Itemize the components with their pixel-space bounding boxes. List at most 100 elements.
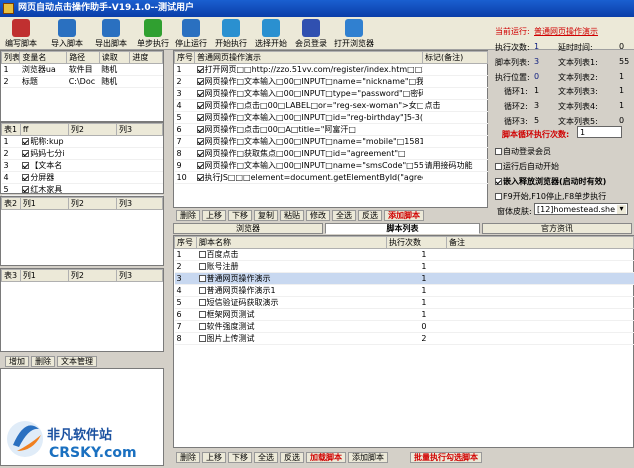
column-header[interactable]: 序号 — [174, 51, 195, 64]
column-header[interactable]: 列1 — [19, 197, 69, 210]
row-checkbox[interactable] — [196, 138, 204, 145]
column-header[interactable]: 表3 — [1, 269, 21, 282]
left-button-0[interactable]: 增加 — [5, 356, 29, 367]
row-checkbox[interactable] — [198, 335, 206, 342]
toolbar-button-1[interactable]: 导入脚本 — [46, 18, 88, 49]
table-row[interactable]: 8 图片上传测试 2 — [174, 332, 634, 345]
row-checkbox[interactable] — [198, 323, 206, 330]
table-row[interactable]: 5 网页操作□文本输入□00□INPUT□id="reg-birthday"]5-… — [174, 111, 488, 124]
option-3[interactable]: F9开始,F10停止,F8单步执行 — [495, 191, 606, 202]
tab-0[interactable]: 浏览器 — [173, 223, 323, 234]
left-button-1[interactable]: 删除 — [31, 356, 55, 367]
row-checkbox[interactable] — [196, 114, 204, 121]
column-header[interactable]: 列表 — [0, 51, 21, 64]
column-header[interactable]: 列2 — [67, 269, 117, 282]
table-row[interactable]: 2 账号注册 1 — [174, 260, 634, 273]
row-checkbox[interactable] — [198, 299, 206, 306]
column-header[interactable]: ff — [19, 123, 69, 136]
row-checkbox[interactable] — [196, 78, 204, 85]
table-row[interactable]: 9 网页操作□文本输入□00□INPUT□name="smsCode"□5555 请… — [174, 159, 488, 172]
row-checkbox[interactable] — [196, 162, 204, 169]
row-checkbox[interactable] — [196, 126, 204, 133]
row-checkbox[interactable] — [196, 174, 204, 181]
table-row[interactable]: 7 软件强度测试 0 — [174, 320, 634, 333]
left-button-2[interactable]: 文本管理 — [57, 356, 97, 367]
tab-2[interactable]: 官方资讯 — [482, 223, 632, 234]
column-header[interactable]: 列1 — [19, 269, 69, 282]
column-header[interactable]: 列3 — [115, 269, 164, 282]
table-row[interactable]: 4 网页操作□点击□00□LABEL□or="reg-sex-woman">女□ 点… — [174, 99, 488, 112]
table-row[interactable]: 5 红木家具 — [1, 183, 163, 196]
table-row[interactable]: 3 【文本名 — [1, 159, 163, 172]
loop-count-input[interactable]: 1 — [577, 126, 622, 138]
column-header[interactable]: 普通网页操作演示 — [194, 51, 423, 64]
row-checkbox[interactable] — [198, 311, 206, 318]
option-2[interactable]: 嵌入释放浏览器(启动时有效) — [495, 176, 606, 187]
row-checkbox[interactable] — [198, 275, 206, 282]
option-checkbox[interactable] — [495, 193, 502, 200]
table-row[interactable]: 1 昵称:kup — [1, 135, 163, 148]
toolbar-button-8[interactable]: 打开浏览器 — [330, 18, 378, 49]
column-header[interactable]: 备注 — [446, 236, 634, 249]
op-button-0[interactable]: 删除 — [176, 210, 200, 221]
table-row[interactable]: 7 网页操作□文本输入□00□INPUT□name="mobile"□158181… — [174, 135, 488, 148]
skin-select[interactable]: [12]homestead.she ▾ — [534, 203, 628, 215]
row-checkbox[interactable] — [198, 287, 206, 294]
op-button-4[interactable]: 粘贴 — [280, 210, 304, 221]
column-header[interactable]: 列3 — [115, 123, 164, 136]
add-script-bottom-button[interactable]: 添加脚本 — [348, 452, 388, 463]
column-header[interactable]: 表2 — [1, 197, 21, 210]
table-row[interactable]: 2 妈妈七分i — [1, 147, 163, 160]
bottom-button-0[interactable]: 删除 — [176, 452, 200, 463]
table-row[interactable]: 10 执行JS□□□element=document.getElementById… — [174, 171, 488, 184]
load-script-button[interactable]: 加载脚本 — [306, 452, 346, 463]
toolbar-button-2[interactable]: 导出脚本 — [90, 18, 132, 49]
op-button-3[interactable]: 复制 — [254, 210, 278, 221]
op-button-1[interactable]: 上移 — [202, 210, 226, 221]
row-checkbox[interactable] — [196, 102, 204, 109]
table-row[interactable]: 6 框架网页测试 1 — [174, 308, 634, 321]
row-checkbox[interactable] — [22, 162, 30, 169]
bottom-button-2[interactable]: 下移 — [228, 452, 252, 463]
op-button-5[interactable]: 修改 — [306, 210, 330, 221]
toolbar-button-4[interactable]: 停止运行 — [170, 18, 212, 49]
table-row[interactable]: 6 网页操作□点击□00□A□title="阿富汗□ — [174, 123, 488, 136]
table-row[interactable]: 3 网页操作□文本输入□00□INPUT□type="password"□密码是( — [174, 87, 488, 100]
bottom-button-1[interactable]: 上移 — [202, 452, 226, 463]
toolbar-button-3[interactable]: 单步执行 — [132, 18, 174, 49]
option-0[interactable]: 自动登录会员 — [495, 146, 551, 157]
column-header[interactable]: 序号 — [174, 236, 197, 249]
column-header[interactable]: 列3 — [115, 197, 164, 210]
table-row[interactable]: 4 分屏器 — [1, 171, 163, 184]
row-checkbox[interactable] — [196, 150, 204, 157]
column-header[interactable]: 读取 — [98, 51, 131, 64]
row-checkbox[interactable] — [198, 251, 206, 258]
column-header[interactable]: 脚本名称 — [196, 236, 387, 249]
option-checkbox[interactable] — [495, 178, 502, 185]
row-checkbox[interactable] — [196, 66, 204, 73]
toolbar-button-7[interactable]: 会员登录 — [290, 18, 332, 49]
column-header[interactable]: 路径 — [66, 51, 100, 64]
option-checkbox[interactable] — [495, 148, 502, 155]
tab-1[interactable]: 脚本列表 — [325, 223, 480, 234]
option-1[interactable]: 运行后自动开始 — [495, 161, 559, 172]
batch-run-button[interactable]: 批量执行勾选脚本 — [410, 452, 482, 463]
column-header[interactable]: 表1 — [1, 123, 21, 136]
op-button-2[interactable]: 下移 — [228, 210, 252, 221]
row-checkbox[interactable] — [198, 263, 206, 270]
add-script-button[interactable]: 添加脚本 — [384, 210, 424, 221]
column-header[interactable]: 进度 — [129, 51, 163, 64]
row-checkbox[interactable] — [22, 138, 30, 145]
column-header[interactable]: 列2 — [67, 197, 117, 210]
bottom-button-3[interactable]: 全选 — [254, 452, 278, 463]
column-header[interactable]: 变量名 — [19, 51, 68, 64]
table-row[interactable]: 2 网页操作□文本输入□00□INPUT□name="nickname"□我随便) — [174, 75, 488, 88]
table-row[interactable]: 2 标题 C:\Doc 随机 — [1, 75, 163, 88]
table-row[interactable]: 1 浏览器ua 软件目 随机 — [1, 63, 163, 76]
column-header[interactable]: 标记(备注) — [422, 51, 488, 64]
op-button-6[interactable]: 全选 — [332, 210, 356, 221]
table-row[interactable]: 4 普通网页操作演示1 1 — [174, 284, 634, 297]
row-checkbox[interactable] — [22, 174, 30, 181]
row-checkbox[interactable] — [22, 150, 30, 157]
row-checkbox[interactable] — [196, 90, 204, 97]
